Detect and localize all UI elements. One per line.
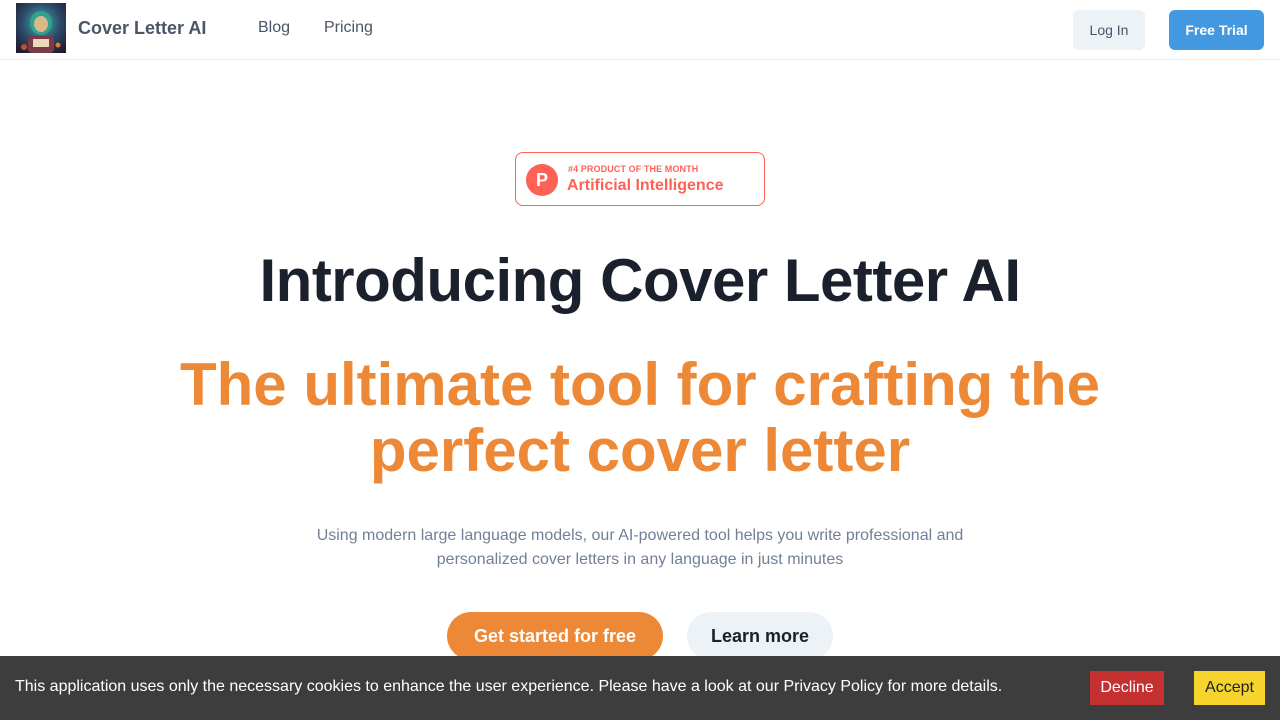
login-button[interactable]: Log In <box>1073 10 1145 50</box>
top-navbar: Cover Letter AI Blog Pricing Log In Free… <box>0 0 1280 60</box>
free-trial-button[interactable]: Free Trial <box>1169 10 1264 50</box>
hero-description: Using modern large language models, our … <box>316 527 964 568</box>
badge-rank-text: #4 PRODUCT OF THE MONTH <box>568 164 699 174</box>
learn-more-button[interactable]: Learn more <box>687 612 833 660</box>
cookie-banner: This application uses only the necessary… <box>0 656 1280 720</box>
hero-title: Introducing Cover Letter AI <box>259 247 1022 314</box>
nav-link-pricing[interactable]: Pricing <box>324 19 373 37</box>
accept-cookies-button[interactable]: Accept <box>1194 671 1265 705</box>
brand-name[interactable]: Cover Letter AI <box>78 18 206 39</box>
product-hunt-badge[interactable]: P #4 PRODUCT OF THE MONTH Artificial Int… <box>515 152 765 206</box>
get-started-button[interactable]: Get started for free <box>447 612 663 660</box>
badge-category-text: Artificial Intelligence <box>567 177 724 194</box>
product-hunt-icon: P <box>526 164 558 196</box>
cookie-message: This application uses only the necessary… <box>15 678 1003 695</box>
page: Cover Letter AI Blog Pricing Log In Free… <box>0 0 1280 720</box>
hero-subtitle: The ultimate tool for crafting the perfe… <box>179 351 1100 484</box>
decline-cookies-button[interactable]: Decline <box>1090 671 1164 705</box>
nav-link-blog[interactable]: Blog <box>258 19 290 37</box>
robot-portrait-logo-icon[interactable] <box>16 3 66 53</box>
